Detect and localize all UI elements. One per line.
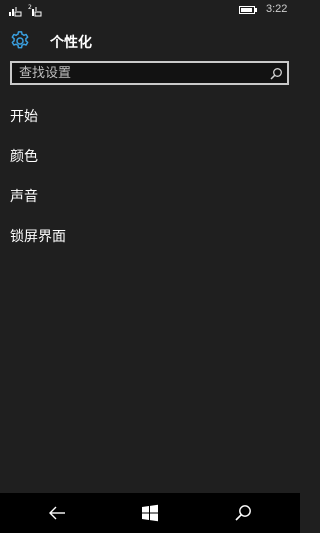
search-icon[interactable] <box>269 66 283 80</box>
signal-no-sim-icon: 2 <box>28 3 44 17</box>
page-header: 个性化 <box>0 28 300 54</box>
menu-item-lock-screen[interactable]: 锁屏界面 <box>0 220 300 254</box>
page-title: 个性化 <box>50 35 92 51</box>
search-icon[interactable] <box>233 503 253 523</box>
battery-tip <box>255 8 257 12</box>
windows-logo-icon[interactable] <box>140 503 160 523</box>
status-bar: 2 3:22 <box>0 0 300 20</box>
svg-text:2: 2 <box>28 4 32 11</box>
search-box[interactable] <box>10 61 289 85</box>
menu-item-sounds[interactable]: 声音 <box>0 180 300 214</box>
search-input[interactable] <box>12 63 260 83</box>
battery-level <box>241 8 252 12</box>
back-arrow-icon[interactable] <box>47 503 67 523</box>
gear-icon <box>9 30 31 52</box>
status-time: 3:22 <box>266 3 288 15</box>
navigation-bar <box>0 493 300 533</box>
battery-icon <box>239 6 255 14</box>
menu-item-start[interactable]: 开始 <box>0 100 300 134</box>
signal-no-sim-icon <box>8 3 24 17</box>
menu-item-colors[interactable]: 颜色 <box>0 140 300 174</box>
